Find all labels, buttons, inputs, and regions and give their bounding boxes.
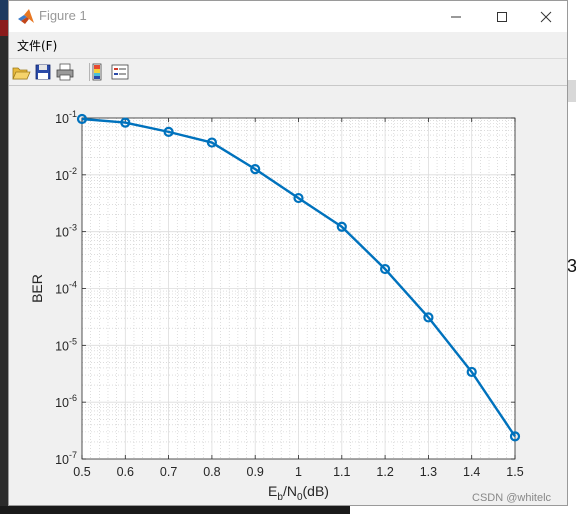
y-tick-exponent: -3 [69, 223, 77, 233]
y-tick-labels: 10-710-610-510-410-310-210-1 [55, 109, 77, 467]
x-tick-label: 1.4 [463, 465, 480, 479]
x-axis-label: Eb/N0(dB) [268, 483, 329, 503]
x-tick-label: 0.9 [247, 465, 264, 479]
open-icon[interactable] [11, 62, 31, 82]
background-desktop-fragment [0, 36, 8, 514]
x-tick-label: 1.2 [376, 465, 393, 479]
y-tick-base: 10 [55, 226, 69, 240]
y-tick-exponent: -4 [69, 280, 77, 290]
minimize-button[interactable] [433, 1, 479, 32]
x-tick-label: 0.5 [73, 465, 90, 479]
x-tick-label: 0.6 [117, 465, 134, 479]
figure-window: Figure 1 文件(F) 0.5 0.6 0.7 0.8 0.9 1 1.1… [8, 0, 568, 506]
print-icon[interactable] [55, 62, 75, 82]
title-bar[interactable]: Figure 1 [9, 1, 567, 32]
x-tick-labels: 0.5 0.6 0.7 0.8 0.9 1 1.1 1.2 1.3 1.4 1.5 [73, 465, 523, 479]
y-tick-base: 10 [55, 169, 69, 183]
colorbar-icon[interactable] [87, 62, 107, 82]
figure-canvas: 0.5 0.6 0.7 0.8 0.9 1 1.1 1.2 1.3 1.4 1.5 10-7 10-6… [9, 86, 567, 505]
x-label-e: E [268, 483, 277, 499]
y-tick-exponent: -2 [69, 166, 77, 176]
menu-file[interactable]: 文件(F) [17, 37, 57, 54]
y-tick-base: 10 [55, 396, 69, 410]
ber-chart: 0.5 0.6 0.7 0.8 0.9 1 1.1 1.2 1.3 1.4 1.5 10-710-6… [29, 109, 524, 503]
y-tick-base: 10 [55, 283, 69, 297]
background-desktop-fragment [0, 0, 8, 20]
y-tick-label: 10-5 [55, 336, 77, 353]
legend-icon[interactable] [110, 62, 130, 82]
save-icon[interactable] [33, 62, 53, 82]
y-tick-exponent: -6 [69, 393, 77, 403]
x-label-slash: /N [283, 483, 297, 499]
x-tick-label: 0.7 [160, 465, 177, 479]
background-partial-text: 3 [567, 256, 576, 276]
x-tick-label: 1.3 [420, 465, 437, 479]
y-tick-label: 10-6 [55, 393, 77, 410]
y-tick-label: 10-4 [55, 280, 77, 297]
x-tick-label: 0.8 [203, 465, 220, 479]
background-desktop-fragment [0, 506, 350, 514]
y-tick-label: 10-1 [55, 109, 77, 126]
y-tick-base: 10 [55, 339, 69, 353]
y-tick-exponent: -7 [69, 450, 77, 460]
y-tick-base: 10 [55, 453, 69, 467]
toolbar [9, 58, 567, 86]
x-label-units: (dB) [303, 483, 329, 499]
background-desktop-fragment [0, 20, 8, 36]
y-axis-label: BER [29, 274, 45, 303]
y-tick-exponent: -5 [69, 336, 77, 346]
y-tick-base: 10 [55, 112, 69, 126]
window-title: Figure 1 [39, 8, 87, 23]
maximize-button[interactable] [479, 1, 525, 32]
close-icon [540, 11, 552, 22]
matlab-icon [18, 9, 34, 24]
background-desktop-fragment [568, 80, 576, 102]
maximize-icon [497, 11, 507, 22]
x-tick-label: 1 [295, 465, 302, 479]
watermark: CSDN @whitelc [472, 492, 552, 504]
x-tick-label: 1.1 [333, 465, 350, 479]
menu-bar: 文件(F) [9, 32, 567, 58]
minimize-icon [451, 16, 461, 17]
close-button[interactable] [523, 1, 569, 32]
y-tick-label: 10-2 [55, 166, 77, 183]
x-tick-label: 1.5 [506, 465, 523, 479]
y-tick-exponent: -1 [69, 109, 77, 119]
y-tick-label: 10-3 [55, 223, 77, 240]
